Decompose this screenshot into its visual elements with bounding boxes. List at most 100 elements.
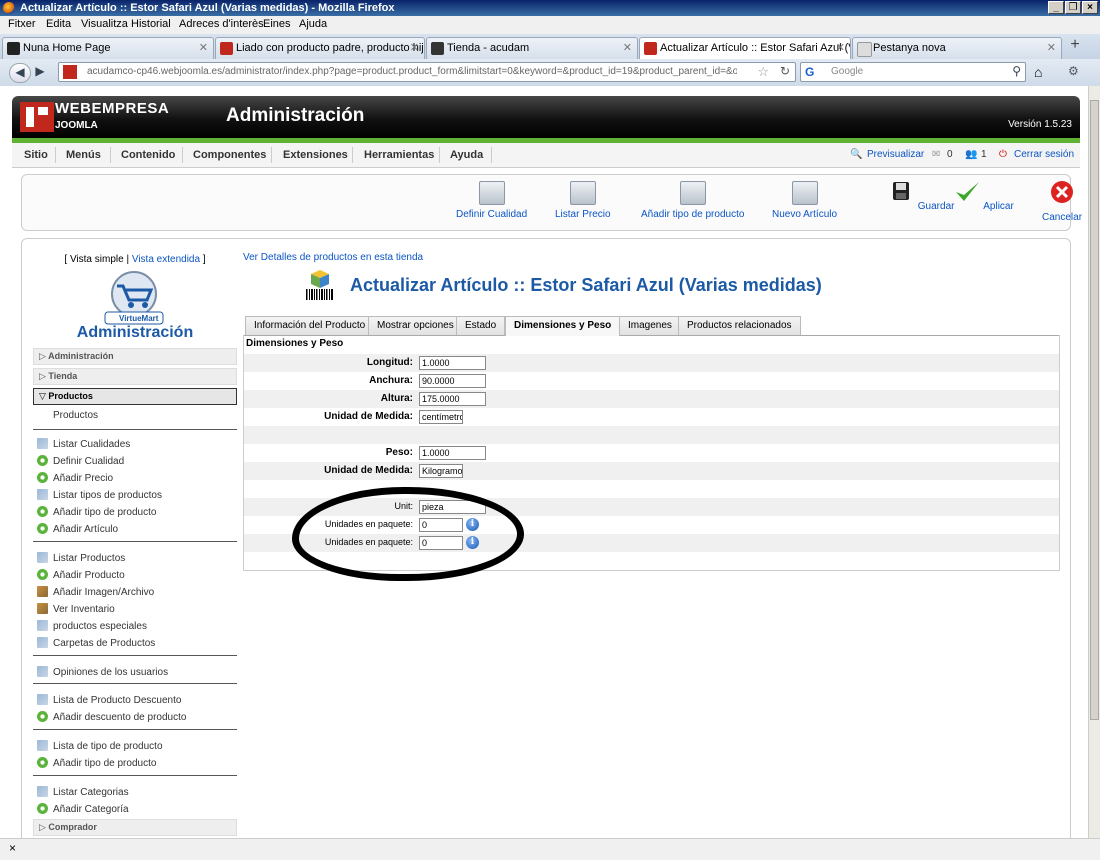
- page-scrollbar[interactable]: [1088, 86, 1100, 838]
- listar-precio-button[interactable]: Listar Precio: [555, 179, 611, 220]
- home-icon[interactable]: ⌂: [1034, 64, 1042, 80]
- browser-tab[interactable]: Liado con producto padre, producto hijo.…: [215, 37, 425, 59]
- messages-count[interactable]: 0: [947, 149, 953, 160]
- users-count[interactable]: 1: [981, 149, 987, 160]
- maximize-button[interactable]: ❐: [1065, 1, 1081, 14]
- sidebar-item-carpetas[interactable]: Carpetas de Productos: [37, 637, 155, 649]
- menu-fitxer[interactable]: Fitxer: [8, 18, 36, 30]
- minimize-button[interactable]: _: [1048, 1, 1064, 14]
- unidad-medida-longitud-input[interactable]: centímetro: [419, 410, 463, 424]
- search-bar[interactable]: G Google ⚲: [800, 62, 1026, 82]
- close-tab-icon[interactable]: ✕: [199, 38, 208, 58]
- menu-herramientas[interactable]: Herramientas: [364, 149, 434, 161]
- forward-button[interactable]: ▶: [32, 63, 48, 81]
- sidebar-item-listar-tipos[interactable]: Listar tipos de productos: [37, 489, 162, 501]
- section-productos[interactable]: ▽ Productos: [33, 388, 237, 405]
- sidebar-item-anadir-tipo-2[interactable]: Añadir tipo de producto: [37, 757, 156, 769]
- close-tab-icon[interactable]: ✕: [1047, 38, 1056, 58]
- tab-informacion[interactable]: Información del Producto: [245, 316, 375, 335]
- browser-tab[interactable]: Pestanya nova ✕: [852, 37, 1062, 59]
- sidebar-item-productos-especiales[interactable]: productos especiales: [37, 620, 147, 632]
- nuevo-articulo-button[interactable]: Nuevo Artículo: [772, 179, 837, 220]
- unit-input[interactable]: pieza: [419, 500, 486, 514]
- sidebar-item-anadir-precio[interactable]: Añadir Precio: [37, 472, 113, 484]
- menu-edita[interactable]: Edita: [46, 18, 71, 30]
- tab-mostrar-opciones[interactable]: Mostrar opciones: [368, 316, 463, 335]
- menu-historial[interactable]: Historial: [131, 18, 171, 30]
- sidebar-item-anadir-descuento[interactable]: Añadir descuento de producto: [37, 711, 186, 723]
- sidebar-item-anadir-imagen[interactable]: Añadir Imagen/Archivo: [37, 586, 154, 598]
- menu-ayuda[interactable]: Ayuda: [450, 149, 483, 161]
- close-tab-icon[interactable]: ✕: [623, 38, 632, 58]
- preview-link[interactable]: Previsualizar: [867, 149, 924, 160]
- section-tienda[interactable]: ▷ Tienda: [33, 368, 237, 385]
- browser-tab-active[interactable]: Actualizar Artículo :: Estor Safari Azul…: [639, 37, 851, 60]
- close-tab-icon[interactable]: ✕: [410, 38, 419, 58]
- logout-link[interactable]: Cerrar sesión: [1014, 149, 1074, 160]
- unidades-paquete-input-1[interactable]: 0: [419, 518, 463, 532]
- tab-productos-relacionados[interactable]: Productos relacionados: [678, 316, 801, 335]
- menu-adreces[interactable]: Adreces d'interès: [179, 18, 264, 30]
- sidebar-item-listar-categorias[interactable]: Listar Categorias: [37, 786, 129, 798]
- aplicar-button[interactable]: Aplicar: [953, 179, 1014, 212]
- unidad-medida-peso-input[interactable]: Kilogramo: [419, 464, 463, 478]
- sidebar-item-opiniones[interactable]: Opiniones de los usuarios: [37, 666, 168, 678]
- sidebar-item-lista-descuento[interactable]: Lista de Producto Descuento: [37, 694, 181, 706]
- cancelar-button[interactable]: Cancelar: [1042, 179, 1082, 223]
- sidebar-item-lista-tipo[interactable]: Lista de tipo de producto: [37, 740, 163, 752]
- scrollbar-thumb[interactable]: [1090, 100, 1099, 720]
- sidebar-item-listar-cualidades[interactable]: Listar Cualidades: [37, 438, 130, 450]
- sidebar-item-ver-inventario[interactable]: Ver Inventario: [37, 603, 115, 615]
- menu-componentes[interactable]: Componentes: [193, 149, 266, 161]
- tab-estado[interactable]: Estado: [456, 316, 506, 335]
- product-details-link[interactable]: Ver Detalles de productos en esta tienda: [243, 252, 423, 263]
- vista-extendida-link[interactable]: Vista extendida: [132, 254, 200, 265]
- sidebar-item-definir-cualidad[interactable]: Definir Cualidad: [37, 455, 124, 467]
- section-administracion[interactable]: ▷ Administración: [33, 348, 237, 365]
- sidebar-item-anadir-articulo[interactable]: Añadir Artículo: [37, 523, 118, 535]
- browser-tab[interactable]: Nuna Home Page ✕: [2, 37, 214, 59]
- sidebar-item-anadir-categoria[interactable]: Añadir Categoría: [37, 803, 129, 815]
- tab-dimensiones-peso[interactable]: Dimensiones y Peso: [505, 316, 621, 336]
- info-icon[interactable]: i: [466, 518, 479, 531]
- back-button[interactable]: ◀: [9, 63, 31, 83]
- productos-submenu[interactable]: Productos: [53, 410, 98, 421]
- menu-sitio[interactable]: Sitio: [24, 149, 48, 161]
- guardar-button[interactable]: Guardar: [887, 179, 954, 212]
- menu-menus[interactable]: Menús: [66, 149, 101, 161]
- longitud-input[interactable]: 1.0000: [419, 356, 486, 370]
- url-bar[interactable]: acudamco-cp46.webjoomla.es/administrator…: [58, 62, 796, 82]
- altura-input[interactable]: 175.0000: [419, 392, 486, 406]
- menu-contenido[interactable]: Contenido: [121, 149, 175, 161]
- anadir-tipo-producto-button[interactable]: Añadir tipo de producto: [641, 179, 744, 220]
- anchura-input[interactable]: 90.0000: [419, 374, 486, 388]
- close-tab-icon[interactable]: ✕: [836, 38, 845, 58]
- section-comprador[interactable]: ▷ Comprador: [33, 819, 237, 836]
- sidebar-item-anadir-tipo[interactable]: Añadir tipo de producto: [37, 506, 156, 518]
- menu-eines[interactable]: Eines: [263, 18, 291, 30]
- unidades-paquete-input-2[interactable]: 0: [419, 536, 463, 550]
- sidebar-item-listar-productos[interactable]: Listar Productos: [37, 552, 125, 564]
- close-window-button[interactable]: ×: [1082, 1, 1098, 14]
- version-label: Versión 1.5.23: [1008, 119, 1072, 130]
- info-icon[interactable]: i: [466, 536, 479, 549]
- menu-extensiones[interactable]: Extensiones: [283, 149, 348, 161]
- browser-tab[interactable]: Tienda - acudam ✕: [426, 37, 638, 59]
- definir-cualidad-button[interactable]: Definir Cualidad: [456, 179, 527, 220]
- addon-icon[interactable]: ⚙: [1068, 64, 1079, 78]
- google-engine-icon[interactable]: G: [805, 65, 814, 79]
- search-icon[interactable]: ⚲: [1012, 64, 1021, 78]
- close-findbar-icon[interactable]: ×: [9, 841, 16, 855]
- bookmark-star-icon[interactable]: ☆: [757, 64, 769, 80]
- vista-simple-label[interactable]: [ Vista simple |: [64, 254, 129, 265]
- site-identity-icon[interactable]: [63, 65, 77, 79]
- preview-icon[interactable]: 🔍: [850, 149, 862, 160]
- row-empty: [244, 480, 1059, 498]
- reload-icon[interactable]: ↻: [780, 64, 790, 78]
- menu-visualitza[interactable]: Visualitza: [81, 18, 128, 30]
- menu-ajuda[interactable]: Ajuda: [299, 18, 327, 30]
- new-tab-button[interactable]: +: [1064, 37, 1086, 55]
- sidebar-item-anadir-producto[interactable]: Añadir Producto: [37, 569, 125, 581]
- peso-input[interactable]: 1.0000: [419, 446, 486, 460]
- tab-imagenes[interactable]: Imagenes: [619, 316, 681, 335]
